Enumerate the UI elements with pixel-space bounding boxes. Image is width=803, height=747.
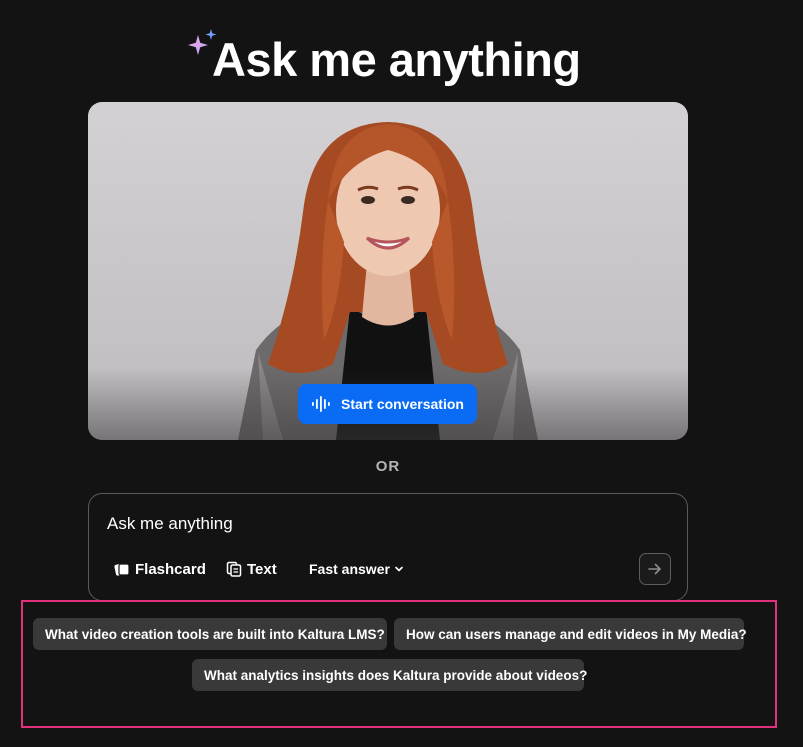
text-label: Text bbox=[247, 560, 277, 578]
audio-wave-icon bbox=[312, 396, 330, 412]
text-button[interactable]: Text bbox=[226, 558, 277, 580]
fast-answer-dropdown[interactable]: Fast answer bbox=[309, 558, 404, 580]
arrow-right-icon bbox=[648, 563, 661, 575]
start-conversation-label: Start conversation bbox=[341, 396, 464, 412]
chevron-down-icon bbox=[395, 566, 403, 572]
start-conversation-button[interactable]: Start conversation bbox=[298, 384, 477, 424]
send-button[interactable] bbox=[639, 553, 671, 585]
suggestion-chip[interactable]: How can users manage and edit videos in … bbox=[394, 618, 747, 650]
or-divider: OR bbox=[375, 458, 401, 475]
title-wrap: Ask me anything bbox=[186, 28, 581, 87]
page-title: Ask me anything bbox=[212, 33, 581, 86]
text-copy-icon bbox=[226, 561, 242, 577]
flashcard-label: Flashcard bbox=[135, 560, 206, 578]
flashcard-icon bbox=[114, 563, 130, 576]
ask-input[interactable] bbox=[107, 512, 627, 536]
suggestion-chip[interactable]: What video creation tools are built into… bbox=[33, 618, 387, 650]
suggested-questions: What video creation tools are built into… bbox=[21, 600, 777, 728]
suggestion-chip[interactable]: What analytics insights does Kaltura pro… bbox=[192, 659, 587, 691]
ask-box: Flashcard Text Fast answer bbox=[88, 493, 688, 601]
ask-page: Ask me anything Start conversation OR As… bbox=[0, 0, 803, 747]
flashcard-button[interactable]: Flashcard bbox=[114, 558, 206, 580]
fast-answer-label: Fast answer bbox=[309, 561, 390, 577]
avatar-video[interactable]: Start conversation bbox=[88, 102, 688, 440]
